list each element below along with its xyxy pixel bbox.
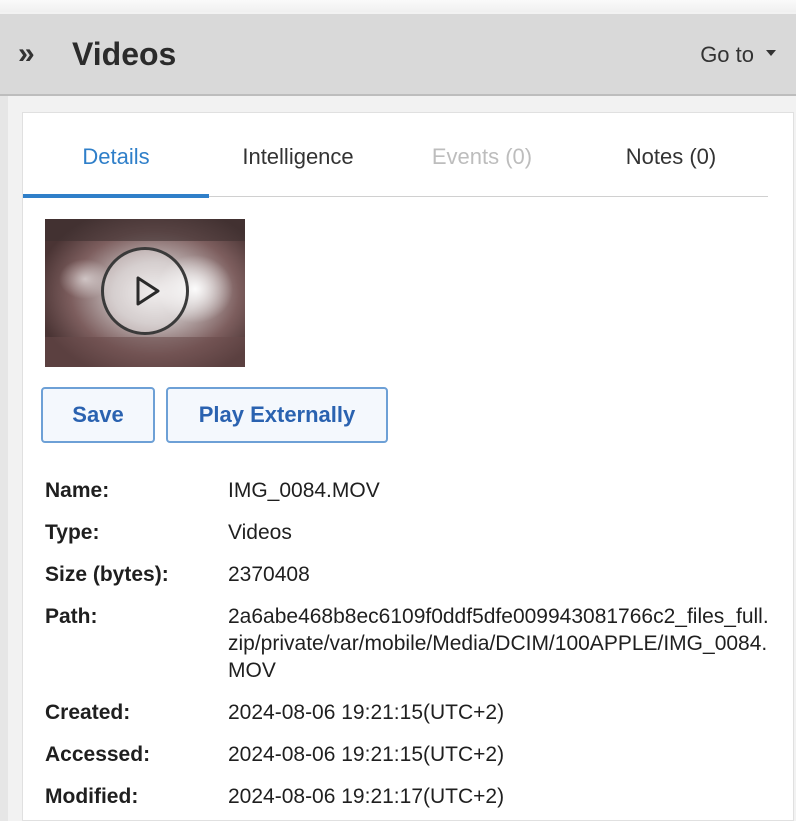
double-chevron-right-icon[interactable]: » xyxy=(18,36,46,72)
detail-value: 2024-08-06 19:21:15(UTC+2) xyxy=(228,701,505,724)
detail-label: Accessed: xyxy=(45,743,151,766)
detail-row-modified: Modified: 2024-08-06 19:21:17(UTC+2) xyxy=(45,783,785,810)
goto-dropdown[interactable]: Go to xyxy=(700,38,776,72)
panel-header: » Videos Go to xyxy=(0,14,796,96)
file-details: Name: IMG_0084.MOV Type: Videos Size (by… xyxy=(45,477,785,825)
tab-bar: Details Intelligence Events (0) Notes (0… xyxy=(23,127,768,198)
tab-details[interactable]: Details xyxy=(23,127,209,198)
caret-down-icon xyxy=(766,50,776,56)
tab-events: Events (0) xyxy=(431,144,533,169)
play-externally-button[interactable]: Play Externally xyxy=(166,387,388,443)
detail-label: Name: xyxy=(45,479,110,502)
detail-value: 2a6abe468b8ec6109f0ddf5dfe009943081766c2… xyxy=(228,605,769,682)
videos-panel: » Videos Go to Details Intelligence Even… xyxy=(0,0,796,821)
panel-title: Videos xyxy=(72,36,177,72)
panel-left-edge xyxy=(0,96,8,821)
detail-value: 2024-08-06 19:21:15(UTC+2) xyxy=(228,743,505,766)
save-button[interactable]: Save xyxy=(41,387,155,443)
play-button[interactable] xyxy=(101,247,189,335)
detail-label: Created: xyxy=(45,701,131,724)
play-icon xyxy=(136,276,160,306)
top-strip xyxy=(0,0,796,12)
detail-row-path: Path: 2a6abe468b8ec6109f0ddf5dfe00994308… xyxy=(45,603,785,684)
detail-value: Videos xyxy=(228,521,292,544)
detail-row-accessed: Accessed: 2024-08-06 19:21:15(UTC+2) xyxy=(45,741,785,768)
tab-notes[interactable]: Notes (0) xyxy=(577,127,765,197)
goto-label: Go to xyxy=(700,42,754,67)
detail-row-type: Type: Videos xyxy=(45,519,785,546)
detail-value: 2024-08-06 19:21:17(UTC+2) xyxy=(228,785,505,808)
detail-value: 2370408 xyxy=(228,563,310,586)
detail-row-created: Created: 2024-08-06 19:21:15(UTC+2) xyxy=(45,699,785,726)
video-thumbnail[interactable] xyxy=(45,219,245,367)
detail-value: IMG_0084.MOV xyxy=(228,479,380,502)
detail-label: Modified: xyxy=(45,785,139,808)
detail-label: Size (bytes): xyxy=(45,563,169,586)
details-card: Details Intelligence Events (0) Notes (0… xyxy=(22,112,794,821)
tab-intelligence[interactable]: Intelligence xyxy=(209,127,387,197)
detail-label: Path: xyxy=(45,605,98,628)
detail-label: Type: xyxy=(45,521,100,544)
detail-row-name: Name: IMG_0084.MOV xyxy=(45,477,785,504)
detail-row-size: Size (bytes): 2370408 xyxy=(45,561,785,588)
